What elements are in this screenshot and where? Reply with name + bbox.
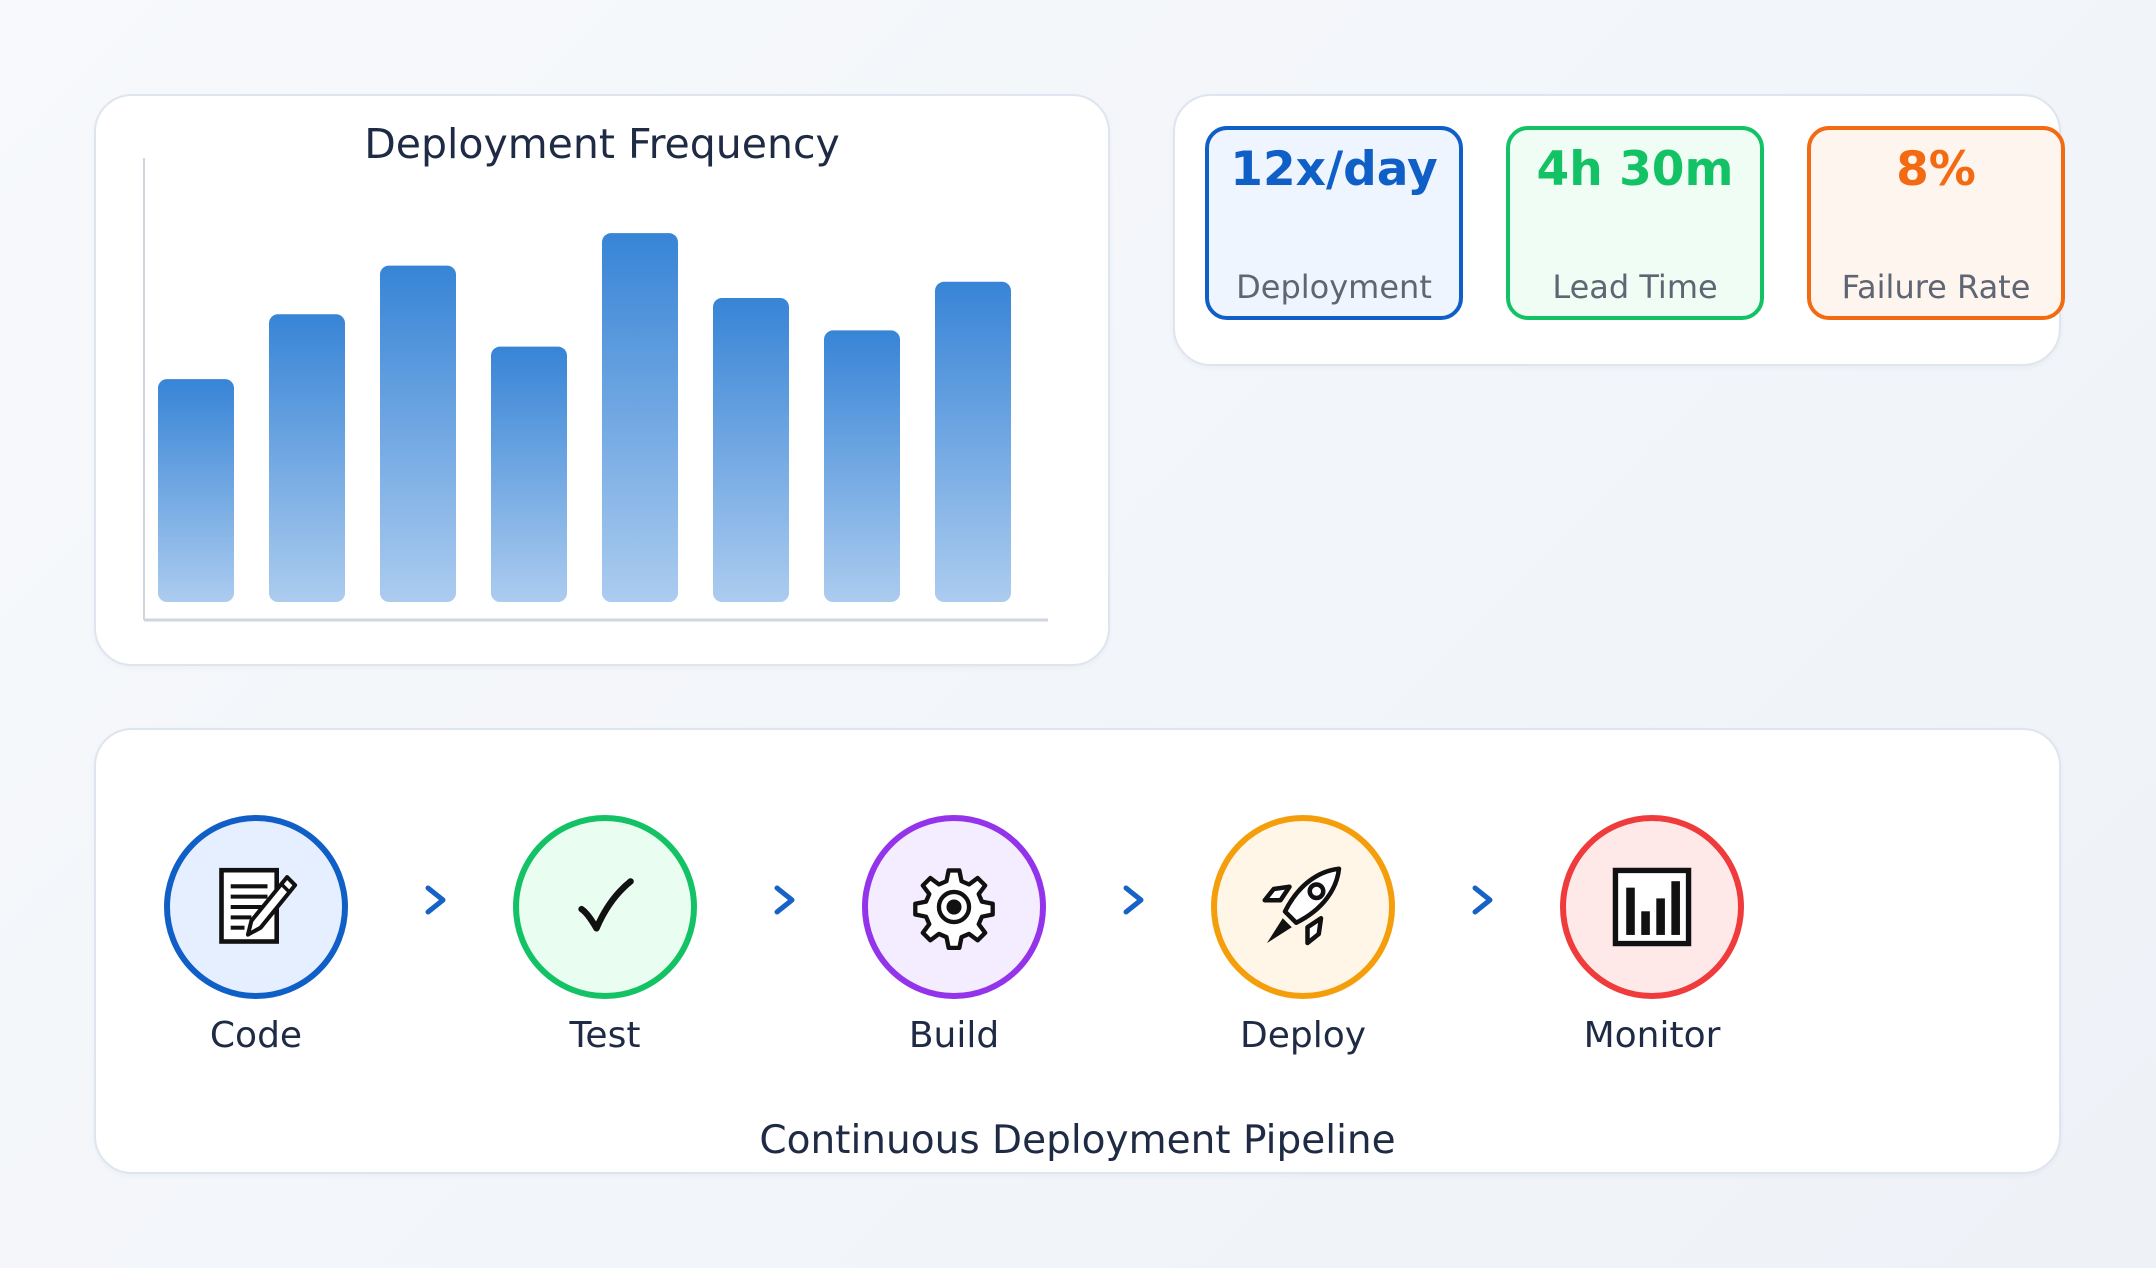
- chart-title: Deployment Frequency: [364, 120, 840, 168]
- rocket-icon: [1262, 866, 1342, 946]
- stage-code: Code: [164, 815, 348, 1056]
- stage-label: Monitor: [1583, 1015, 1721, 1056]
- chart-bar: [269, 314, 345, 602]
- metric-value: 4h 30m: [1536, 142, 1734, 197]
- metric-failure-rate: 8% Failure Rate: [1807, 126, 2065, 320]
- metric-label: Lead Time: [1552, 268, 1718, 306]
- chart-bar: [380, 265, 456, 602]
- deployment-frequency-card: Deployment Frequency: [94, 94, 1110, 666]
- metric-deployment: 12x/day Deployment: [1205, 126, 1463, 320]
- stage-circle: [513, 815, 697, 999]
- dashboard-canvas: Deployment Frequency 12x/day Deployment …: [0, 0, 2156, 1268]
- memo-icon: [219, 867, 298, 944]
- metric-label: Failure Rate: [1841, 268, 2031, 306]
- checkmark-icon: [578, 878, 634, 932]
- stage-circle: [164, 815, 348, 999]
- stage-build: Build: [862, 815, 1046, 1056]
- pipeline-card: Code Test Build Deploy Monitor Continuou…: [94, 728, 2061, 1174]
- chart-bar: [602, 233, 678, 602]
- connector-arrow: [1046, 885, 1144, 915]
- bar-chart-icon: [1612, 867, 1692, 947]
- connector-arrow: [697, 885, 795, 915]
- metrics-card: 12x/day Deployment 4h 30m Lead Time 8% F…: [1173, 94, 2065, 366]
- chart-bar: [824, 330, 900, 602]
- connector-arrow: [1395, 885, 1493, 915]
- chart-bar: [713, 298, 789, 602]
- stage-circle: [1560, 815, 1744, 999]
- metric-lead-time: 4h 30m Lead Time: [1506, 126, 1764, 320]
- pipeline-caption: Continuous Deployment Pipeline: [759, 1118, 1396, 1163]
- gear-icon: [913, 868, 995, 950]
- stage-label: Code: [209, 1015, 303, 1056]
- chart-bar: [491, 346, 567, 602]
- chart-bar: [935, 281, 1011, 602]
- metric-label: Deployment: [1236, 268, 1432, 306]
- stage-monitor: Monitor: [1560, 815, 1744, 1056]
- stage-deploy: Deploy: [1211, 815, 1395, 1056]
- deployment-frequency-chart: [143, 158, 1048, 622]
- stage-label: Build: [908, 1015, 1000, 1056]
- stage-label: Deploy: [1239, 1015, 1367, 1056]
- stage-circle: [1211, 815, 1395, 999]
- metric-value: 12x/day: [1230, 142, 1438, 197]
- stage-label: Test: [569, 1015, 641, 1056]
- metric-value: 8%: [1896, 142, 1976, 197]
- connector-arrow: [348, 885, 446, 915]
- chart-bar: [158, 379, 234, 602]
- stage-test: Test: [513, 815, 697, 1056]
- stage-circle: [862, 815, 1046, 999]
